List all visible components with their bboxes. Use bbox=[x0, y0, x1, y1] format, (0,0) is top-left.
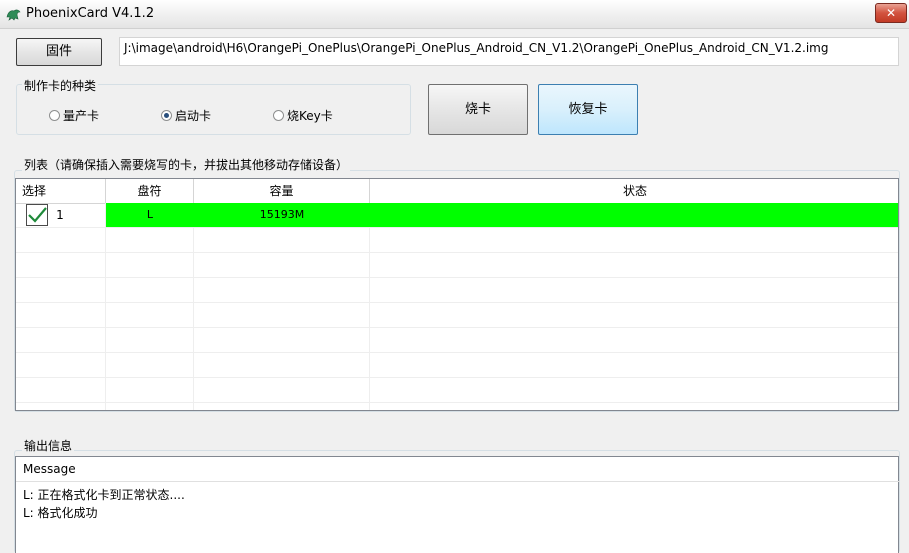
column-header-select[interactable]: 选择 bbox=[16, 179, 106, 203]
device-list[interactable]: 选择 盘符 容量 状态 1 L 15193M bbox=[15, 178, 899, 411]
radio-key-card-label: 烧Key卡 bbox=[287, 109, 333, 123]
window-title: PhoenixCard V4.1.2 bbox=[26, 6, 155, 21]
table-row bbox=[16, 228, 898, 253]
row-select-checkbox[interactable] bbox=[26, 204, 48, 226]
table-row bbox=[16, 303, 898, 328]
message-line: L: 格式化成功 bbox=[23, 506, 98, 520]
radio-mass-production[interactable]: 量产卡 bbox=[49, 107, 99, 124]
table-row bbox=[16, 253, 898, 278]
list-header: 选择 盘符 容量 状态 bbox=[16, 179, 898, 204]
message-column-header[interactable]: Message bbox=[16, 457, 900, 482]
radio-boot-card-label: 启动卡 bbox=[175, 109, 212, 123]
check-icon bbox=[28, 207, 47, 223]
column-header-status[interactable]: 状态 bbox=[370, 179, 898, 203]
column-header-drive[interactable]: 盘符 bbox=[106, 179, 194, 203]
close-button[interactable]: ✕ bbox=[875, 3, 907, 23]
firmware-path-field[interactable]: J:\image\android\H6\OrangePi_OnePlus\Ora… bbox=[119, 37, 899, 66]
card-type-label: 制作卡的种类 bbox=[22, 77, 99, 94]
output-label: 输出信息 bbox=[22, 437, 75, 454]
radio-mass-production-circle[interactable] bbox=[49, 110, 60, 121]
radio-boot-card-circle[interactable] bbox=[161, 110, 172, 121]
table-row bbox=[16, 378, 898, 403]
row-index: 1 bbox=[56, 208, 64, 222]
firmware-button[interactable]: 固件 bbox=[16, 38, 102, 66]
radio-boot-card[interactable]: 启动卡 bbox=[161, 107, 211, 124]
row-status bbox=[370, 203, 898, 227]
title-bar[interactable]: PhoenixCard V4.1.2 ✕ bbox=[0, 0, 909, 29]
table-row bbox=[16, 328, 898, 353]
message-line: L: 正在格式化卡到正常状态.... bbox=[23, 488, 185, 502]
table-row[interactable]: 1 L 15193M bbox=[16, 203, 898, 228]
radio-mass-production-label: 量产卡 bbox=[63, 109, 100, 123]
row-drive: L bbox=[106, 203, 194, 227]
table-row bbox=[16, 353, 898, 378]
list-label: 列表（请确保插入需要烧写的卡，并拔出其他移动存储设备） bbox=[22, 156, 351, 173]
radio-key-card[interactable]: 烧Key卡 bbox=[273, 107, 333, 124]
row-capacity: 15193M bbox=[194, 203, 370, 227]
table-row bbox=[16, 278, 898, 303]
phoenix-app-icon bbox=[6, 9, 21, 21]
column-header-capacity[interactable]: 容量 bbox=[194, 179, 370, 203]
radio-key-card-circle[interactable] bbox=[273, 110, 284, 121]
burn-card-button[interactable]: 烧卡 bbox=[428, 84, 528, 135]
restore-card-button[interactable]: 恢复卡 bbox=[538, 84, 638, 135]
message-list[interactable]: Message L: 正在格式化卡到正常状态.... L: 格式化成功 bbox=[15, 456, 900, 553]
